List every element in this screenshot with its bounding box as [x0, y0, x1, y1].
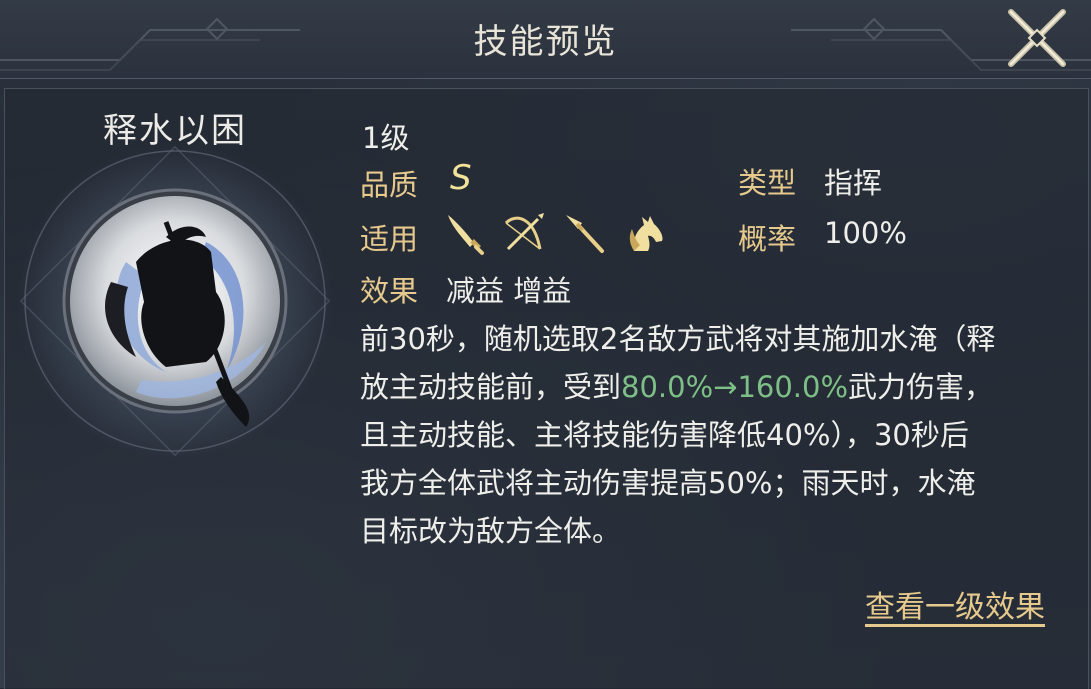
- quality-value: S: [450, 158, 472, 198]
- description-text: 武力伤害，: [848, 370, 994, 404]
- description-line: 前30秒，随机选取2名敌方武将对其施加水淹（释: [360, 322, 996, 356]
- damage-range-value: 80.0%→160.0%: [621, 370, 849, 404]
- type-label: 类型: [738, 166, 797, 200]
- quality-label: 品质: [360, 168, 419, 202]
- bow-icon: [504, 213, 544, 251]
- horse-icon: [629, 216, 663, 251]
- page-title: 技能预览: [473, 22, 618, 62]
- saber-icon: [448, 215, 484, 255]
- description-line: 我方全体武将主动伤害提高50%；雨天时，水淹: [360, 466, 976, 500]
- spear-icon: [566, 215, 604, 253]
- description-line: 且主动技能、主将技能伤害降低40%），30秒后: [360, 418, 969, 452]
- effect-label: 效果: [360, 274, 419, 308]
- close-icon[interactable]: [1001, 2, 1073, 74]
- description-line: 目标改为敌方全体。: [360, 514, 622, 548]
- applicable-troops: [440, 209, 668, 257]
- effect-value: 减益 增益: [446, 274, 572, 308]
- title-bar: 技能预览: [0, 0, 1091, 79]
- apply-label: 适用: [360, 222, 419, 256]
- skill-level: 1级: [362, 121, 410, 155]
- skill-description: 前30秒，随机选取2名敌方武将对其施加水淹（释 放主动技能前，受到80.0%→1…: [360, 315, 1050, 555]
- view-level1-effect-link[interactable]: 查看一级效果: [865, 582, 1045, 626]
- description-line: 放主动技能前，受到80.0%→160.0%武力伤害，: [360, 363, 1050, 411]
- rate-label: 概率: [738, 222, 797, 256]
- rate-value: 100%: [824, 216, 907, 250]
- description-text: 放主动技能前，受到: [360, 370, 622, 404]
- skill-emblem-icon: [17, 143, 333, 459]
- type-value: 指挥: [824, 166, 883, 200]
